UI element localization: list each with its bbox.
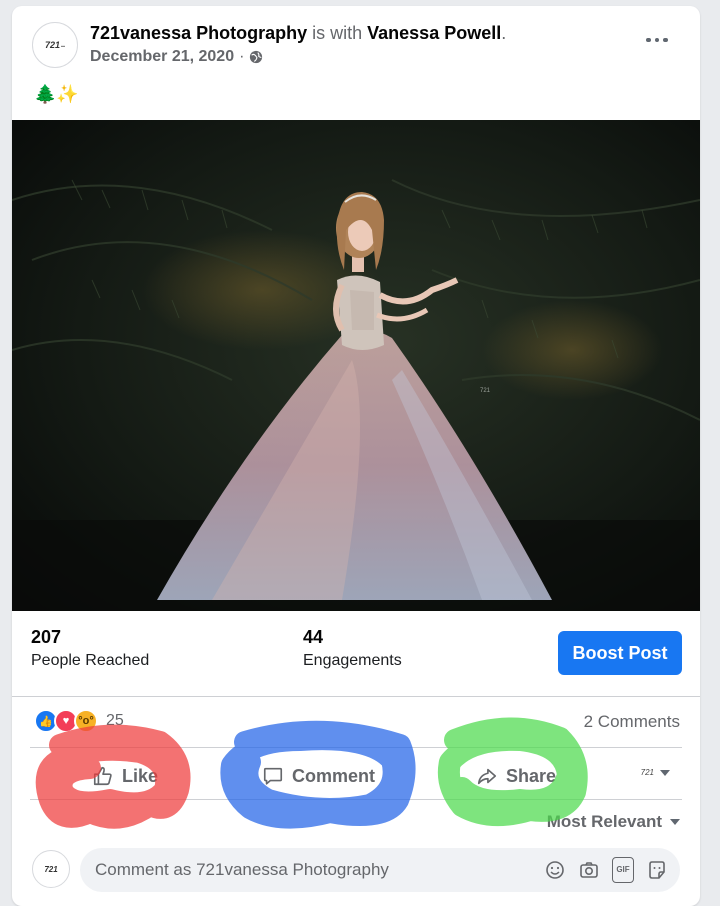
- comment-sort-dropdown[interactable]: Most Relevant: [547, 812, 680, 832]
- engagement-label: Engagements: [303, 652, 402, 669]
- sticker-icon[interactable]: [646, 859, 668, 881]
- globe-icon[interactable]: [249, 50, 263, 64]
- sort-label: Most Relevant: [546, 812, 662, 831]
- camera-icon[interactable]: [578, 859, 600, 881]
- like-label: Like: [122, 765, 159, 786]
- thumbs-up-icon: [93, 766, 112, 786]
- gif-icon[interactable]: GIF: [612, 857, 634, 883]
- photo-art: 721: [12, 120, 700, 611]
- reaction-count: 25: [106, 712, 124, 729]
- post-photo[interactable]: 721: [12, 120, 700, 611]
- post-card: 721 ▬ 721vanessa Photography is with Vane…: [12, 6, 700, 906]
- comment-label: Comment: [292, 765, 376, 786]
- reaction-summary[interactable]: 👍 ♥ °o° 25: [34, 709, 124, 733]
- comment-composer: 721 GIF: [12, 842, 700, 902]
- engagement-value: 44: [303, 627, 324, 647]
- comment-button[interactable]: Comment: [262, 758, 375, 794]
- tagged-person-link[interactable]: Vanessa Powell: [367, 23, 501, 43]
- title-suffix: .: [501, 23, 507, 43]
- comment-icon: [263, 767, 283, 785]
- engagement-stat: 44 Engagements: [303, 627, 402, 670]
- boost-post-button[interactable]: Boost Post: [558, 631, 682, 675]
- post-meta: December 21, 2020 ·: [90, 48, 263, 66]
- reach-label: People Reached: [31, 652, 150, 669]
- composer-icons: GIF: [544, 857, 668, 883]
- post-title: 721vanessa Photography is with Vanessa P…: [90, 23, 506, 44]
- reach-value: 207: [31, 627, 62, 647]
- meta-separator: ·: [239, 48, 245, 65]
- share-button[interactable]: Share: [476, 758, 556, 794]
- chevron-down-icon: [670, 819, 680, 825]
- page-selector-logo: 721: [640, 768, 654, 777]
- share-label: Share: [506, 765, 557, 786]
- commenter-avatar-text: 721: [44, 864, 58, 874]
- comments-count-link[interactable]: 2 Comments: [584, 712, 680, 732]
- commenter-avatar[interactable]: 721: [32, 850, 70, 888]
- page-name-link[interactable]: 721vanessa Photography: [90, 23, 307, 43]
- page-avatar[interactable]: 721 ▬: [32, 22, 78, 68]
- post-header: 721 ▬ 721vanessa Photography is with Vane…: [12, 6, 700, 116]
- share-icon: [477, 768, 497, 785]
- page-selector-dropdown[interactable]: 721: [641, 768, 670, 777]
- divider: [12, 696, 700, 697]
- with-text: is with: [312, 23, 363, 43]
- divider: [30, 747, 682, 748]
- wow-reaction-icon: °o°: [74, 709, 98, 733]
- emoji-icon[interactable]: [544, 859, 566, 881]
- post-date[interactable]: December 21, 2020: [90, 48, 234, 66]
- like-button[interactable]: Like: [92, 758, 158, 794]
- post-message: 🌲✨: [34, 84, 79, 104]
- more-options-icon[interactable]: [646, 34, 670, 46]
- avatar-logo-text: 721: [44, 40, 61, 50]
- insights-bar: 207 People Reached 44 Engagements Boost …: [12, 611, 700, 697]
- divider: [30, 799, 682, 800]
- reach-stat: 207 People Reached: [31, 627, 149, 670]
- chevron-down-icon: [660, 769, 670, 776]
- photo-watermark: 721: [480, 388, 491, 394]
